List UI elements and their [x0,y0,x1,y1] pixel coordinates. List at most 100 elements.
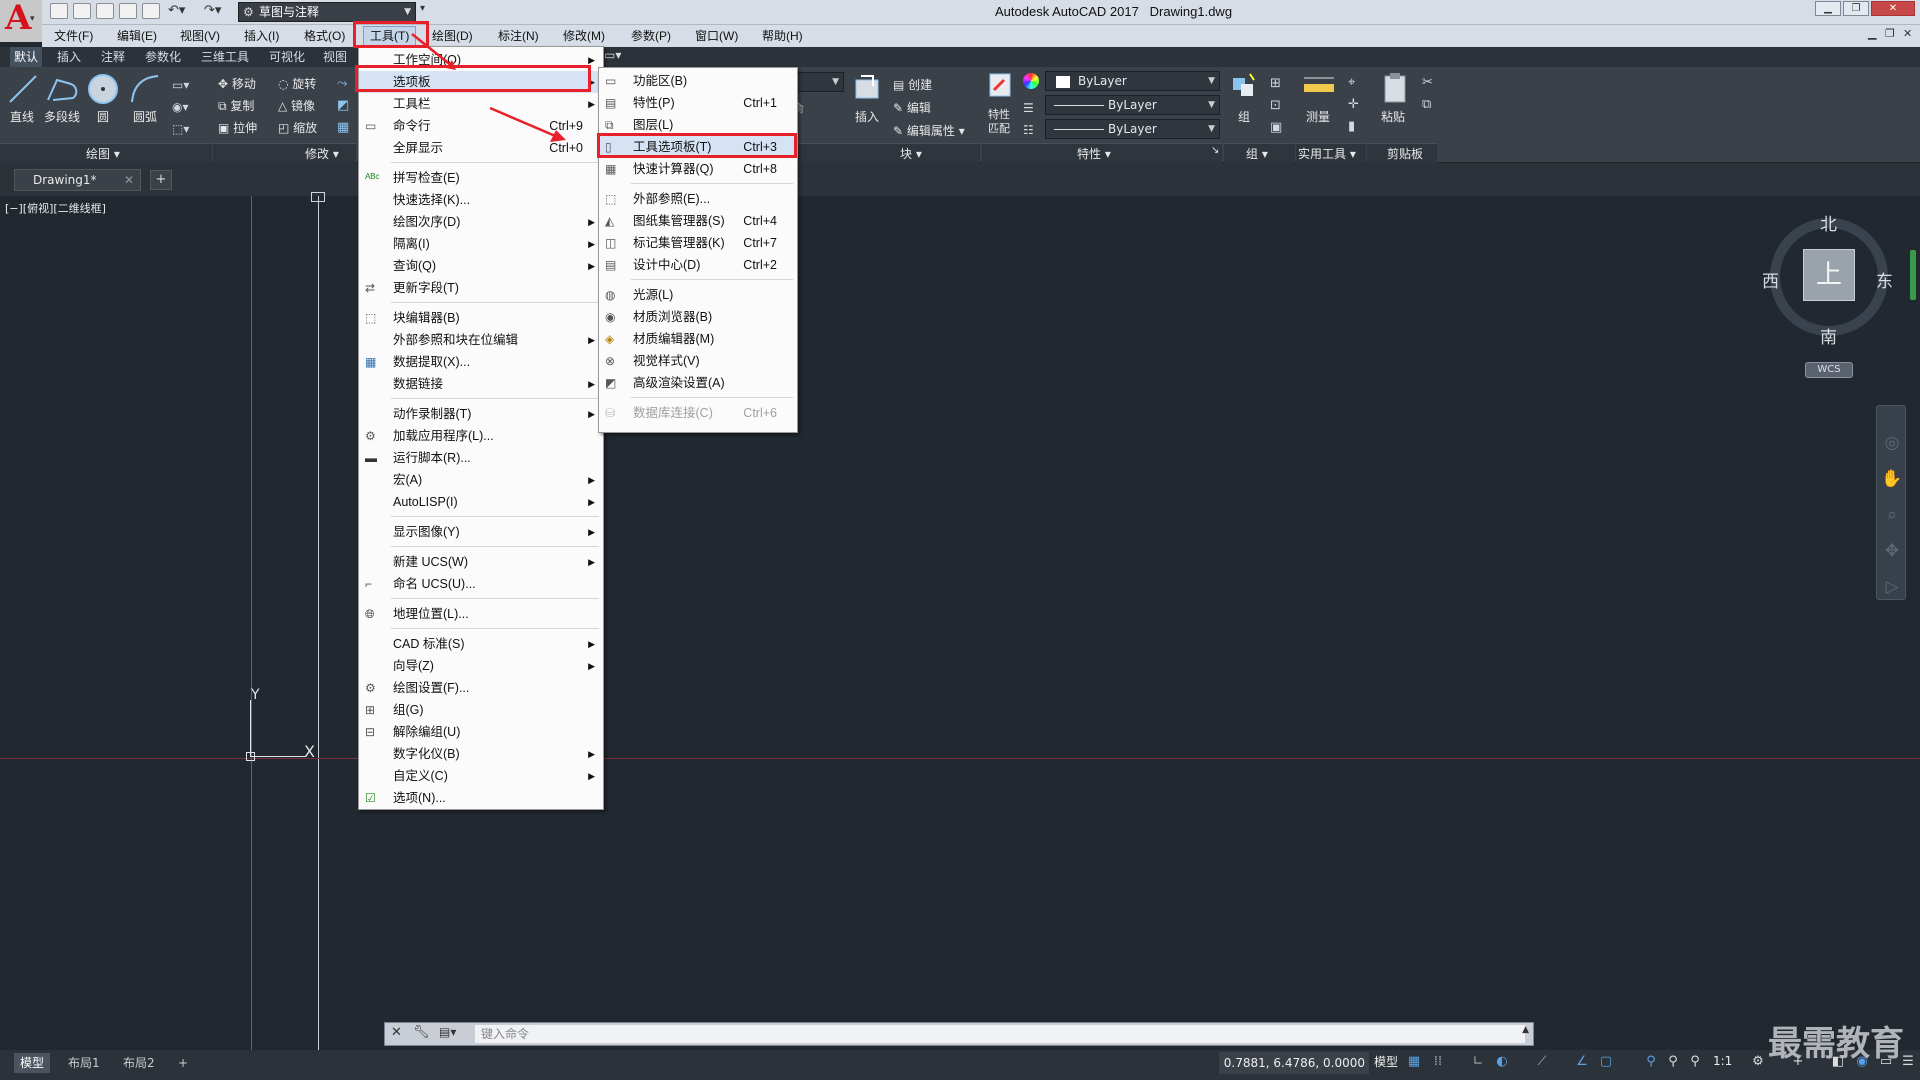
palettes-menu-item[interactable]: ⊗ 视觉样式(V) [599,350,797,372]
object-snap-icon[interactable]: ▢ [1598,1054,1614,1070]
wcs-menu[interactable]: WCS [1805,362,1853,378]
tools-menu-item[interactable]: ⇄ 更新字段(T) [359,277,603,299]
tools-menu-item[interactable]: AutoLISP(I) ▶ [359,491,603,513]
annotation-visibility-icon[interactable]: ⚲ [1643,1054,1659,1070]
paste-icon[interactable] [1380,70,1410,104]
tools-menu-item[interactable]: ⌐ 命名 UCS(U)... [359,573,603,595]
doc-minimize-icon[interactable]: ▁ [1868,27,1876,40]
palettes-menu-item[interactable]: ◩ 高级渲染设置(A) [599,372,797,394]
compass-south[interactable]: 南 [1820,323,1837,348]
recent-commands-icon[interactable]: ▤▾ [439,1025,456,1039]
tools-menu-item[interactable]: 自定义(C) ▶ [359,765,603,787]
tools-menu-item[interactable]: ⬚ 块编辑器(B) [359,307,603,329]
ribbon-tab-parametric[interactable]: 参数化 [145,47,181,67]
insert-block-icon[interactable] [853,72,883,102]
object-snap-tracking-icon[interactable]: ∠ [1574,1054,1590,1070]
chevron-up-icon[interactable]: ▲ [1522,1025,1529,1035]
grid-icon[interactable]: ▦ [1406,1054,1422,1070]
copy-tool[interactable]: 复制 [230,99,254,113]
utilities-small-tools[interactable]: ⌖ ✛ ▮ [1348,72,1359,138]
menu-window[interactable]: 窗口(W) [695,25,738,47]
compass-west[interactable]: 西 [1762,267,1779,292]
save-icon[interactable] [96,3,114,19]
new-file-icon[interactable] [50,3,68,19]
layout-tab-model[interactable]: 模型 [14,1053,51,1073]
annotation-scale-readout[interactable]: 1:1 [1713,1054,1732,1068]
undo-icon[interactable]: ↶▾ [168,3,185,18]
workspace-select[interactable]: ⚙ 草图与注释 ▼ [238,2,416,22]
tools-menu-item[interactable]: 数据链接 ▶ [359,373,603,395]
measure-icon[interactable] [1302,72,1336,102]
minimize-button[interactable]: ▁ [1815,1,1841,16]
edit-block-tool[interactable]: 编辑 [907,101,931,115]
tools-menu-item[interactable]: 显示图像(Y) ▶ [359,521,603,543]
ribbon-minimize-icon[interactable]: ▭▾ [604,48,621,62]
line-tool-icon[interactable] [6,72,40,106]
tools-menu-item[interactable]: 数字化仪(B) ▶ [359,743,603,765]
color-wheel-icon[interactable] [1023,73,1039,89]
tools-menu-item[interactable]: ⊟ 解除编组(U) [359,721,603,743]
tools-menu-item[interactable]: 隔离(I) ▶ [359,233,603,255]
palettes-menu-item[interactable]: ▦ 快速计算器(Q) Ctrl+8 [599,158,797,180]
save-as-icon[interactable] [119,3,137,19]
compass-east[interactable]: 东 [1876,267,1893,292]
move-tool[interactable]: 移动 [232,77,256,91]
tools-menu-item[interactable]: 向导(Z) ▶ [359,655,603,677]
tools-menu-item[interactable]: 新建 UCS(W) ▶ [359,551,603,573]
redo-icon[interactable]: ↷▾ [204,3,221,18]
rotate-tool[interactable]: 旋转 [292,77,316,91]
tools-menu-item[interactable]: ⚙ 加载应用程序(L)... [359,425,603,447]
group-small-tools[interactable]: ⊞ ⊡ ▣ [1270,73,1282,139]
palettes-menu-item[interactable]: ◉ 材质浏览器(B) [599,306,797,328]
gear-icon[interactable]: ⚙ [1750,1054,1766,1070]
ribbon-tab-home[interactable]: 默认 [10,47,43,67]
menu-edit[interactable]: 编辑(E) [117,25,157,47]
palettes-menu-item[interactable]: ▤ 特性(P) Ctrl+1 [599,92,797,114]
autocad-app-menu-button[interactable]: A ▾ [0,0,42,42]
stretch-tool[interactable]: 拉伸 [233,121,257,135]
tools-menu-item[interactable]: ▬ 运行脚本(R)... [359,447,603,469]
menu-view[interactable]: 视图(V) [180,25,220,47]
properties-dialog-launcher-icon[interactable]: ↘ [1211,145,1219,156]
ribbon-tab-3d-tools[interactable]: 三维工具 [201,47,249,67]
ribbon-tab-annotate[interactable]: 注释 [101,47,125,67]
palettes-menu-item[interactable]: ◍ 光源(L) [599,284,797,306]
compass-north[interactable]: 北 [1820,210,1837,235]
customize-wrench-icon[interactable]: 🔧︎ [413,1025,430,1040]
tools-menu-item[interactable]: ☑ 选项(N)... [359,787,603,809]
polar-tracking-icon[interactable]: ◐ [1494,1054,1510,1070]
tools-menu-item[interactable]: 查询(Q) ▶ [359,255,603,277]
layer-dropdown[interactable]: ▼ [790,72,844,92]
menu-help[interactable]: 帮助(H) [762,25,803,47]
palettes-menu-item[interactable]: ▭ 功能区(B) [599,70,797,92]
palettes-menu-item[interactable]: ⛁ 数据库连接(C) Ctrl+6 [599,402,797,424]
viewcube-top-face[interactable]: 上 [1803,249,1855,301]
scale-tool[interactable]: 缩放 [293,121,317,135]
annotation-scale-icon[interactable]: ⚲ [1687,1054,1703,1070]
close-button[interactable]: ✕ [1871,1,1915,16]
ribbon-tab-view[interactable]: 视图 [323,47,347,67]
isodraft-icon[interactable]: ⟋ [1534,1054,1550,1070]
ribbon-tab-visualize[interactable]: 可视化 [269,47,305,67]
edit-attributes-tool[interactable]: 编辑属性 [907,124,955,138]
file-tab-drawing1[interactable]: Drawing1* ✕ [14,169,141,191]
tools-menu-item[interactable]: 🌐︎ 地理位置(L)... [359,603,603,625]
linetype-icons[interactable]: ☰ ☷ [1023,97,1034,141]
tools-menu-item[interactable]: CAD 标准(S) ▶ [359,633,603,655]
drawing-canvas[interactable] [0,196,1920,1022]
match-properties-icon[interactable] [986,70,1016,104]
palettes-menu-item[interactable]: ◫ 标记集管理器(K) Ctrl+7 [599,232,797,254]
tools-menu-item[interactable]: 宏(A) ▶ [359,469,603,491]
modify-more-tools[interactable]: ⤳ ◩ ▦ [337,73,349,139]
palettes-menu-item[interactable]: ◈ 材质编辑器(M) [599,328,797,350]
qat-customize-icon[interactable]: ▾ [420,3,425,14]
coordinates-readout[interactable]: 0.7881, 6.4786, 0.0000 [1219,1052,1369,1074]
mirror-tool[interactable]: 镜像 [291,99,315,113]
create-block-tool[interactable]: 创建 [908,78,932,92]
doc-close-icon[interactable]: ✕ [1903,27,1912,40]
doc-restore-icon[interactable]: ❐ [1885,27,1895,40]
snap-icon[interactable]: ⁞⁞ [1430,1054,1446,1070]
close-tab-icon[interactable]: ✕ [124,170,134,190]
menu-parametric[interactable]: 参数(P) [631,25,671,47]
open-file-icon[interactable] [73,3,91,19]
